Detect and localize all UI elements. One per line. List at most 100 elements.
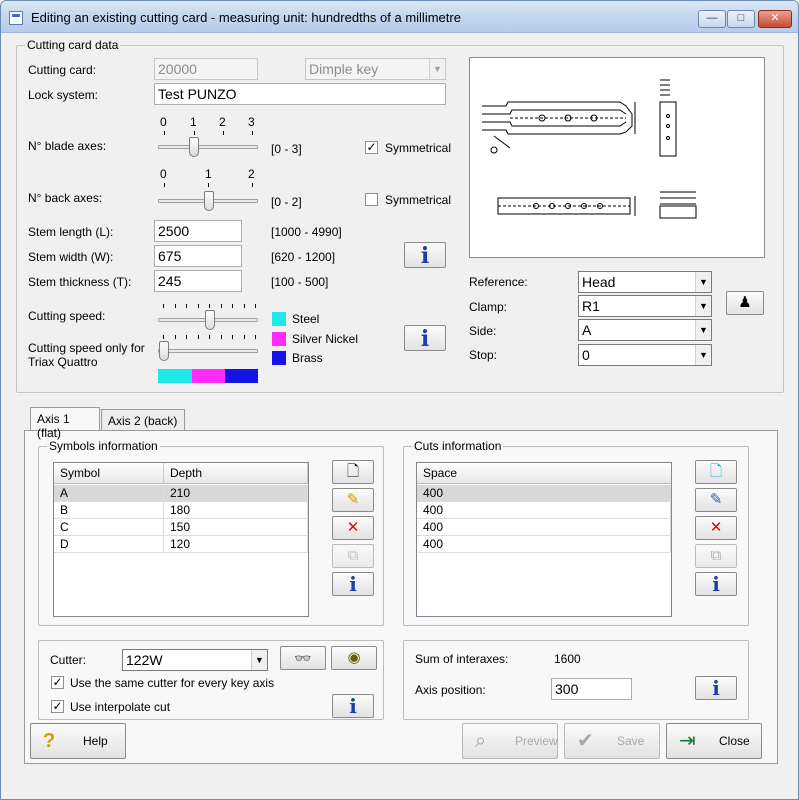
save-button[interactable]: ✔ Save bbox=[564, 723, 660, 759]
speed-info-button[interactable]: i bbox=[404, 325, 446, 352]
checkmark-icon: ✔ bbox=[577, 730, 594, 752]
back-tick-0: 0 bbox=[160, 167, 167, 181]
tab-axis-1[interactable]: Axis 1 (flat) bbox=[30, 407, 100, 440]
triax-speed-slider-track[interactable] bbox=[158, 349, 258, 353]
help-button[interactable]: ? Help bbox=[30, 723, 126, 759]
cutting-speed-slider-thumb[interactable] bbox=[205, 310, 215, 330]
info-icon: i bbox=[349, 694, 357, 718]
delete-icon: ✕ bbox=[709, 519, 723, 536]
slider-tick-mark bbox=[243, 304, 245, 308]
stem-width-field[interactable]: 675 bbox=[154, 245, 242, 267]
cutter-select[interactable]: 122W ▼ bbox=[122, 649, 268, 671]
copy-icon: ⧉ bbox=[347, 547, 359, 564]
table-row[interactable]: 400 bbox=[417, 536, 671, 553]
table-row[interactable]: 400 bbox=[417, 485, 671, 502]
slider-tick-mark bbox=[209, 304, 210, 308]
pencil-icon: ✎ bbox=[346, 491, 360, 508]
chevron-down-icon: ▼ bbox=[429, 59, 445, 79]
key-type-select[interactable]: Dimple key ▼ bbox=[305, 58, 446, 80]
same-cutter-checkbox[interactable]: ✓ bbox=[51, 676, 64, 689]
close-button[interactable]: ⇥ Close bbox=[666, 723, 762, 759]
cutting-speed-label: Cutting speed: bbox=[28, 309, 106, 323]
operator-button[interactable]: ♟ bbox=[726, 291, 764, 315]
cuts-info-button[interactable]: i bbox=[695, 572, 737, 596]
blade-symmetrical-checkbox[interactable]: ✓ bbox=[365, 141, 378, 154]
new-cut-button[interactable]: 🗋 bbox=[695, 460, 737, 484]
table-row[interactable]: C 150 bbox=[54, 519, 308, 536]
speed-bar-steel bbox=[158, 369, 192, 383]
cutting-speed-triax-label-1: Cutting speed only for bbox=[28, 341, 145, 355]
table-row[interactable]: A 210 bbox=[54, 485, 308, 502]
search-cutter-button[interactable]: 👓 bbox=[280, 646, 326, 670]
space-cell: 400 bbox=[417, 536, 671, 553]
interpolate-checkbox[interactable]: ✓ bbox=[51, 700, 64, 713]
blade-tick-mark-0 bbox=[164, 131, 165, 135]
minimize-button[interactable]: — bbox=[698, 10, 726, 28]
delete-cut-button[interactable]: ✕ bbox=[695, 516, 737, 540]
axis-info-button[interactable]: i bbox=[695, 676, 737, 700]
copy-icon: ⧉ bbox=[710, 547, 722, 564]
edit-symbol-button[interactable]: ✎ bbox=[332, 488, 374, 512]
stem-info-button[interactable]: i bbox=[404, 242, 446, 269]
axis-position-field[interactable]: 300 bbox=[551, 678, 632, 700]
reference-label: Reference: bbox=[469, 275, 528, 289]
info-icon: i bbox=[712, 676, 720, 700]
table-row[interactable]: 400 bbox=[417, 502, 671, 519]
space-column-header[interactable]: Space bbox=[417, 463, 671, 483]
new-symbol-button[interactable]: 🗋 bbox=[332, 460, 374, 484]
lock-system-field[interactable]: Test PUNZO bbox=[154, 83, 446, 105]
back-axes-slider-thumb[interactable] bbox=[204, 191, 214, 211]
reference-select[interactable]: Head ▼ bbox=[578, 271, 712, 293]
back-tick-mark-2 bbox=[252, 183, 253, 187]
stem-thickness-field[interactable]: 245 bbox=[154, 270, 242, 292]
stem-thickness-label: Stem thickness (T): bbox=[28, 275, 132, 289]
info-icon: i bbox=[712, 572, 720, 596]
chevron-down-icon: ▼ bbox=[695, 345, 711, 365]
copy-cut-button[interactable]: ⧉ bbox=[695, 544, 737, 568]
cutter-view-button[interactable]: ◉ bbox=[331, 646, 377, 670]
cutter-info-button[interactable]: i bbox=[332, 694, 374, 718]
table-row[interactable]: D 120 bbox=[54, 536, 308, 553]
stem-length-label: Stem length (L): bbox=[28, 225, 114, 239]
preview-button[interactable]: ⌕ Preview bbox=[462, 723, 558, 759]
delete-symbol-button[interactable]: ✕ bbox=[332, 516, 374, 540]
steel-swatch bbox=[272, 312, 286, 326]
back-axes-label: N° back axes: bbox=[28, 191, 103, 205]
edit-cut-button[interactable]: ✎ bbox=[695, 488, 737, 512]
speed-bar-brass bbox=[225, 369, 258, 383]
symbol-cell: C bbox=[54, 519, 164, 536]
depth-column-header[interactable]: Depth bbox=[164, 463, 308, 483]
close-window-button[interactable]: ✕ bbox=[758, 10, 792, 28]
clamp-label: Clamp: bbox=[469, 300, 508, 314]
cutter-label: Cutter: bbox=[50, 653, 87, 667]
slider-tick-mark bbox=[243, 335, 245, 339]
cutting-card-label: Cutting card: bbox=[28, 63, 97, 77]
table-row[interactable]: B 180 bbox=[54, 502, 308, 519]
blade-axes-slider-track[interactable] bbox=[158, 145, 258, 149]
triax-speed-slider-thumb[interactable] bbox=[159, 341, 169, 361]
symbol-column-header[interactable]: Symbol bbox=[54, 463, 164, 483]
symbols-info-button[interactable]: i bbox=[332, 572, 374, 596]
reference-value: Head bbox=[582, 274, 616, 290]
stem-length-field[interactable]: 2500 bbox=[154, 220, 242, 242]
title-bar[interactable]: Editing an existing cutting card - measu… bbox=[1, 1, 798, 33]
back-symmetrical-checkbox[interactable] bbox=[365, 193, 378, 206]
tab-axis-2[interactable]: Axis 2 (back) bbox=[101, 409, 185, 431]
sum-interaxes-label: Sum of interaxes: bbox=[415, 652, 509, 666]
clamp-select[interactable]: R1 ▼ bbox=[578, 295, 712, 317]
symbols-table[interactable]: Symbol Depth A 210 B 180 C 150 D 120 bbox=[53, 462, 309, 617]
side-select[interactable]: A ▼ bbox=[578, 319, 712, 341]
back-symmetrical-label: Symmetrical bbox=[385, 193, 452, 207]
blade-tick-3: 3 bbox=[248, 115, 255, 129]
copy-symbol-button[interactable]: ⧉ bbox=[332, 544, 374, 568]
space-cell: 400 bbox=[417, 502, 671, 519]
cuts-table[interactable]: Space 400 400 400 400 bbox=[416, 462, 672, 617]
stop-select[interactable]: 0 ▼ bbox=[578, 344, 712, 366]
blade-axes-slider-thumb[interactable] bbox=[189, 137, 199, 157]
cutter-disc-icon: ◉ bbox=[347, 649, 361, 666]
table-row[interactable]: 400 bbox=[417, 519, 671, 536]
chevron-down-icon: ▼ bbox=[251, 650, 267, 670]
cutting-card-field[interactable]: 20000 bbox=[154, 58, 258, 80]
maximize-button[interactable]: □ bbox=[727, 10, 755, 28]
main-window: Editing an existing cutting card - measu… bbox=[0, 0, 799, 800]
